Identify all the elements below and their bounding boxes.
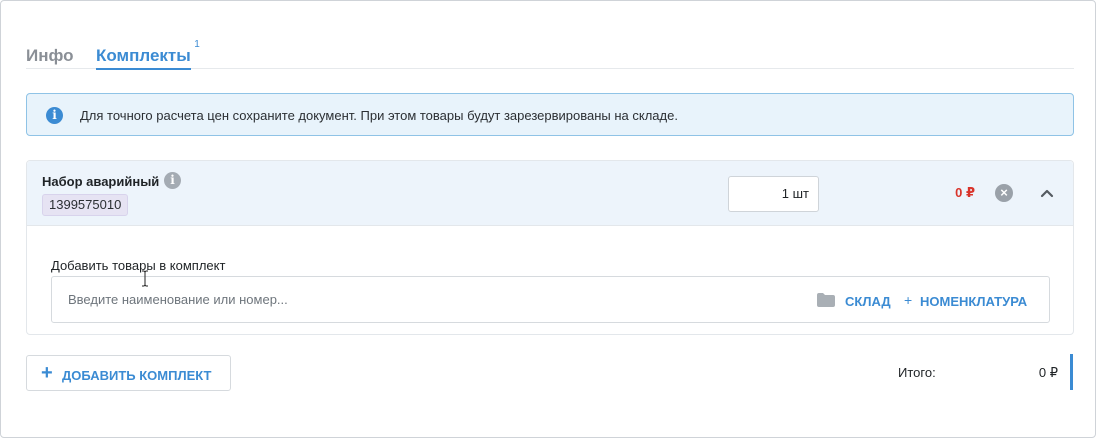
kit-header: Набор аварийный i 1399575010 1 шт 0 ₽ × — [27, 161, 1073, 226]
info-icon: i — [46, 107, 63, 124]
add-kit-button-label: ДОБАВИТЬ КОМПЛЕКТ — [62, 368, 212, 383]
item-search-box: СКЛАД + НОМЕНКЛАТУРА — [51, 276, 1050, 323]
total-accent-bar — [1070, 354, 1073, 390]
tab-kits-label: Комплекты — [96, 46, 191, 65]
plus-separator: + — [904, 292, 913, 308]
kit-quantity-field[interactable]: 1 шт — [728, 176, 819, 212]
remove-kit-icon[interactable]: × — [995, 184, 1013, 202]
tab-kits-count-badge: 1 — [194, 39, 200, 50]
tab-kits[interactable]: Комплекты 1 — [96, 39, 200, 70]
text-cursor-icon — [141, 270, 149, 287]
total-value: 0 ₽ — [1038, 365, 1058, 380]
kit-code-badge: 1399575010 — [42, 194, 129, 216]
kit-price: 0 ₽ — [955, 185, 975, 200]
chevron-up-icon[interactable] — [1037, 183, 1057, 203]
add-items-label: Добавить товары в комплект — [51, 258, 226, 273]
info-banner-text: Для точного расчета цен сохраните докуме… — [80, 108, 678, 123]
info-banner: i Для точного расчета цен сохраните доку… — [26, 93, 1074, 136]
plus-icon: + — [41, 362, 53, 384]
tab-info[interactable]: Инфо — [26, 46, 74, 66]
folder-icon[interactable] — [817, 293, 835, 307]
nomenclature-link[interactable]: НОМЕНКЛАТУРА — [920, 294, 1027, 309]
kit-name: Набор аварийный — [42, 174, 160, 189]
tab-bar: Инфо Комплекты 1 — [26, 39, 1074, 70]
total-label: Итого: — [898, 365, 936, 380]
kit-card: Набор аварийный i 1399575010 1 шт 0 ₽ × … — [26, 160, 1074, 335]
kit-info-icon[interactable]: i — [164, 172, 181, 189]
warehouse-link[interactable]: СКЛАД — [845, 294, 891, 309]
add-kit-button[interactable]: + ДОБАВИТЬ КОМПЛЕКТ — [26, 355, 231, 391]
item-search-input[interactable] — [53, 278, 793, 321]
